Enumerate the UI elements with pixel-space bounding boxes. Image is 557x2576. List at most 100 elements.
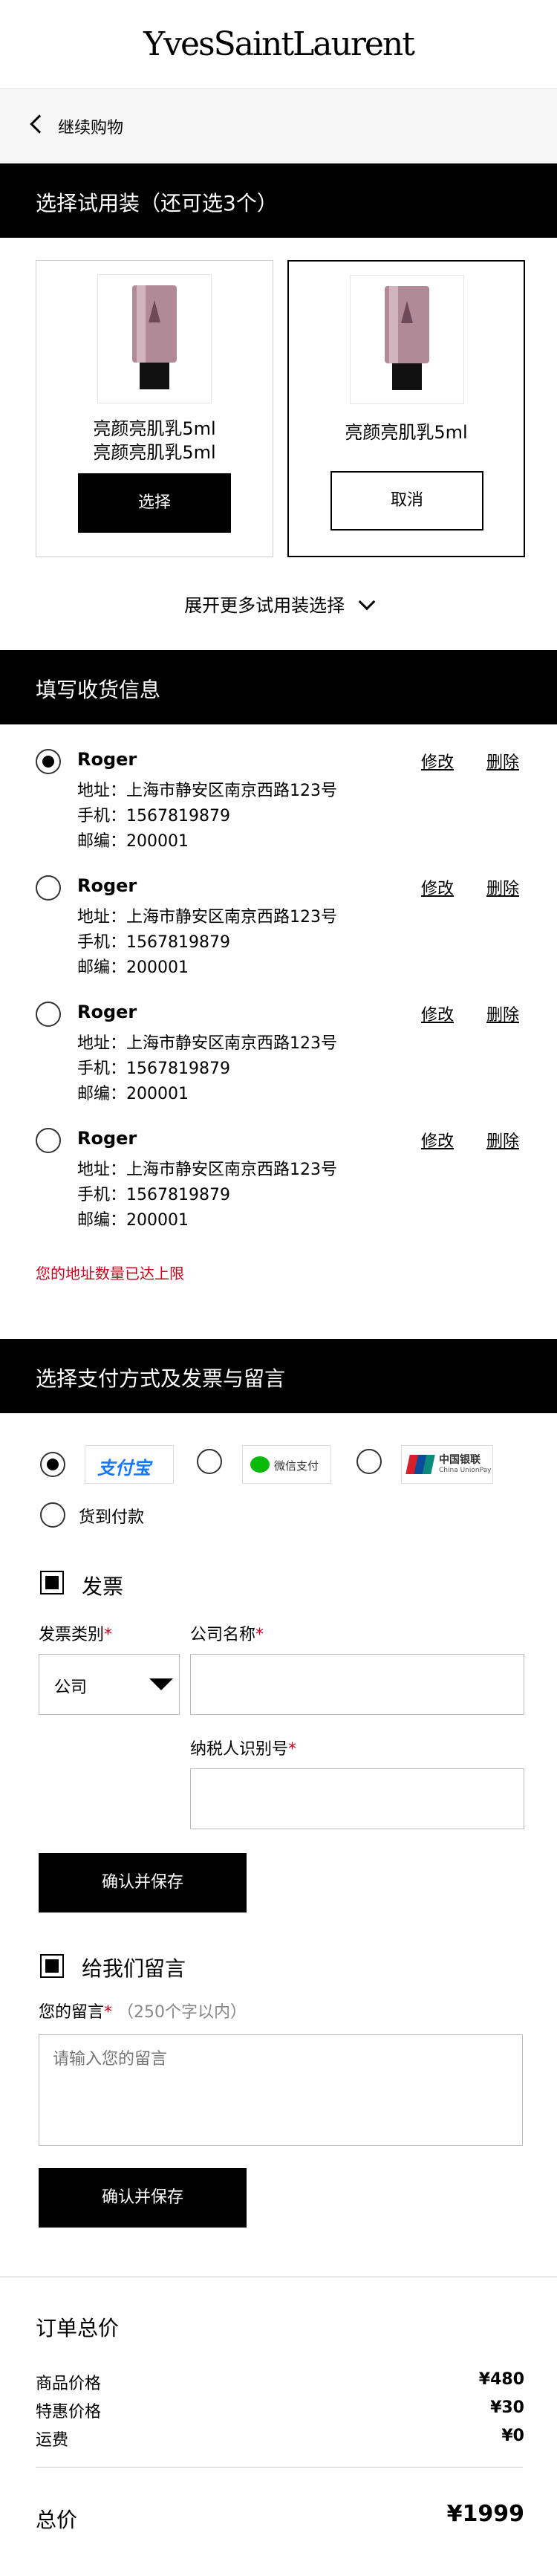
summary-label: 商品价格 <box>36 2375 102 2393</box>
save-invoice-button[interactable]: 确认并保存 <box>39 1853 247 1912</box>
payment-title: 选择支付方式及发票与留言 <box>36 1366 286 1391</box>
cod-label: 货到付款 <box>79 1508 145 1527</box>
address-name: Roger <box>77 1128 137 1149</box>
address-name: Roger <box>77 1002 137 1022</box>
invoice-type-select[interactable]: 公司 <box>39 1654 180 1715</box>
tube-icon <box>385 286 429 390</box>
unionpay-sublabel: China UnionPay <box>439 1467 492 1474</box>
summary-label: 特惠价格 <box>36 2403 102 2421</box>
chevron-down-icon <box>358 593 376 611</box>
caret-down-icon <box>149 1678 173 1690</box>
address-name: Roger <box>77 749 137 770</box>
shipping-section-header: 填写收货信息 <box>0 650 557 724</box>
invoice-checkbox[interactable] <box>40 1571 64 1594</box>
edit-address-link[interactable]: 修改 <box>421 1128 454 1152</box>
sample-name: 亮颜亮肌乳5ml <box>93 442 216 463</box>
message-label-text: 您的留言 <box>39 2003 105 2022</box>
continue-shopping-bar[interactable]: 继续购物 <box>0 89 557 163</box>
wechat-pay-logo[interactable]: 微信支付 <box>242 1445 331 1484</box>
address-phone: 手机：1567819879 <box>77 807 230 825</box>
brand-logo[interactable]: YvesSaintLaurent <box>0 25 557 63</box>
unionpay-logo[interactable]: 中国银联 China UnionPay <box>401 1445 493 1484</box>
samples-title: 选择试用装（还可选3个） <box>36 191 278 215</box>
required-mark: * <box>104 2003 113 2022</box>
shipping-title: 填写收货信息 <box>36 678 161 702</box>
address-radio[interactable] <box>36 749 61 774</box>
address-zip: 邮编：200001 <box>77 1211 189 1230</box>
wechat-icon <box>250 1456 270 1473</box>
invoice-type-value: 公司 <box>54 1678 88 1697</box>
select-sample-button[interactable]: 选择 <box>78 473 231 533</box>
address-line: 地址：上海市静安区南京西路123号 <box>77 1034 337 1053</box>
summary-value: ¥0 <box>501 2427 524 2445</box>
required-mark: * <box>104 1626 113 1644</box>
cancel-sample-button[interactable]: 取消 <box>330 471 483 531</box>
delete-address-link[interactable]: 删除 <box>486 1002 519 1025</box>
invoice-type-label: 发票类别* <box>39 1621 112 1645</box>
total-label: 总价 <box>36 2508 78 2532</box>
address-radio[interactable] <box>36 1002 61 1027</box>
wechat-pay-radio[interactable] <box>197 1449 222 1474</box>
sample-name: 亮颜亮肌乳5ml <box>345 422 468 443</box>
cod-radio[interactable] <box>40 1502 65 1528</box>
edit-address-link[interactable]: 修改 <box>421 875 454 899</box>
delete-address-link[interactable]: 删除 <box>486 875 519 899</box>
address-radio[interactable] <box>36 875 61 901</box>
unionpay-radio[interactable] <box>356 1449 382 1474</box>
company-name-input[interactable] <box>190 1654 524 1715</box>
unionpay-icon <box>405 1455 435 1474</box>
summary-label: 运费 <box>36 2431 69 2450</box>
product-image <box>350 275 464 404</box>
address-radio[interactable] <box>36 1128 61 1153</box>
address-line: 地址：上海市静安区南京西路123号 <box>77 782 337 800</box>
company-name-label-text: 公司名称 <box>190 1626 256 1644</box>
address-zip: 邮编：200001 <box>77 832 189 851</box>
samples-section-header: 选择试用装（还可选3个） <box>0 163 557 238</box>
tax-id-input[interactable] <box>190 1768 524 1829</box>
alipay-label: 支付宝 <box>97 1458 151 1479</box>
tube-icon <box>132 285 177 389</box>
total-value: ¥1999 <box>446 2501 524 2527</box>
sample-name: 亮颜亮肌乳5ml <box>93 418 216 439</box>
required-mark: * <box>288 1740 297 1759</box>
continue-shopping-link[interactable]: 继续购物 <box>58 114 123 138</box>
wechat-pay-label: 微信支付 <box>274 1459 319 1473</box>
payment-section-header: 选择支付方式及发票与留言 <box>0 1339 557 1413</box>
unionpay-label: 中国银联 <box>439 1454 481 1466</box>
company-name-label: 公司名称* <box>190 1621 264 1645</box>
delete-address-link[interactable]: 删除 <box>486 749 519 773</box>
address-line: 地址：上海市静安区南京西路123号 <box>77 1161 337 1179</box>
delete-address-link[interactable]: 删除 <box>486 1128 519 1152</box>
expand-samples-link[interactable]: 展开更多试用装选择 <box>0 591 557 617</box>
address-zip: 邮编：200001 <box>77 1085 189 1103</box>
summary-title: 订单总价 <box>36 2316 120 2340</box>
message-title: 给我们留言 <box>82 1956 186 1981</box>
summary-value: ¥30 <box>490 2398 524 2417</box>
alipay-logo[interactable]: 支付宝 <box>85 1445 174 1484</box>
edit-address-link[interactable]: 修改 <box>421 749 454 773</box>
tax-id-label: 纳税人识别号* <box>190 1736 296 1759</box>
invoice-type-label-text: 发票类别 <box>39 1626 105 1644</box>
tax-id-label-text: 纳税人识别号 <box>190 1740 289 1759</box>
save-message-button[interactable]: 确认并保存 <box>39 2168 247 2228</box>
address-phone: 手机：1567819879 <box>77 933 230 952</box>
edit-address-link[interactable]: 修改 <box>421 1002 454 1025</box>
site-header: YvesSaintLaurent <box>0 0 557 89</box>
invoice-title: 发票 <box>82 1574 124 1599</box>
divider <box>36 2467 523 2468</box>
address-phone: 手机：1567819879 <box>77 1060 230 1078</box>
required-mark: * <box>255 1626 264 1644</box>
message-checkbox[interactable] <box>40 1954 64 1978</box>
product-image <box>97 274 212 403</box>
alipay-radio[interactable] <box>40 1452 65 1477</box>
sample-card-2[interactable]: 亮颜亮肌乳5ml 取消 <box>287 260 525 557</box>
message-label: 您的留言* （250个字以内） <box>39 1999 247 2022</box>
address-name: Roger <box>77 875 137 896</box>
summary-value: ¥480 <box>478 2370 524 2389</box>
chevron-left-icon <box>30 114 49 134</box>
address-limit-warning: 您的地址数量已达上限 <box>36 1265 184 1282</box>
expand-samples-label: 展开更多试用装选择 <box>184 595 345 616</box>
sample-card-1[interactable]: 亮颜亮肌乳5ml 亮颜亮肌乳5ml 选择 <box>36 260 273 557</box>
address-phone: 手机：1567819879 <box>77 1186 230 1204</box>
message-textarea[interactable] <box>39 2034 523 2146</box>
